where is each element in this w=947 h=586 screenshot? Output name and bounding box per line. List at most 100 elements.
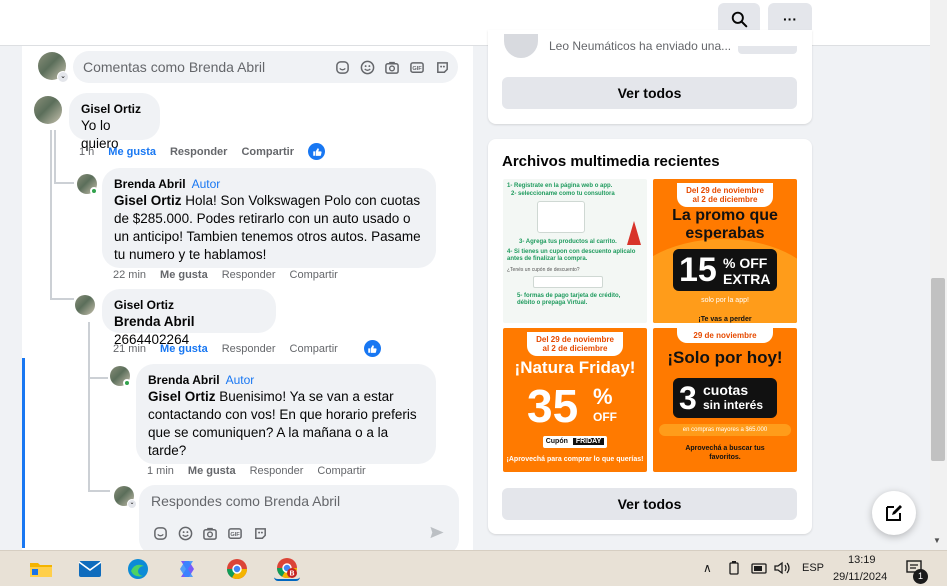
svg-text:GIF: GIF	[412, 65, 422, 71]
mention[interactable]: Brenda Abril	[114, 314, 195, 329]
avatar[interactable]	[75, 295, 95, 315]
camera-icon[interactable]	[384, 59, 400, 75]
like-reaction-icon[interactable]	[308, 143, 326, 160]
clock-date[interactable]: 29/11/2024	[833, 571, 887, 583]
share-button[interactable]: Compartir	[290, 343, 338, 355]
new-message-button[interactable]	[872, 491, 916, 535]
chevron-down-icon[interactable]: ⌄	[127, 499, 137, 509]
clock-time[interactable]: 13:19	[848, 554, 876, 566]
comments-panel: ⌄ Comentas como Brenda Abril GIF Gisel O…	[22, 46, 473, 550]
promo-date-box: Del 29 de noviembre al 2 de diciembre	[527, 332, 623, 356]
comment-bubble: Brenda Abril Autor Gisel Ortiz Hola! Son …	[102, 168, 436, 268]
media-caption: 3- Agrega tus productos al carrito.	[519, 239, 617, 245]
chevron-down-icon[interactable]: ⌄	[57, 71, 69, 83]
comment-time[interactable]: 21 min	[113, 343, 146, 355]
battery-saver-icon[interactable]	[727, 560, 741, 579]
comment-time[interactable]: 1 min	[147, 465, 174, 477]
avatar[interactable]: ⌄	[38, 52, 69, 83]
reply-button[interactable]: Responder	[250, 465, 304, 477]
chrome-profile-icon[interactable]	[224, 557, 250, 581]
thread-line	[50, 130, 52, 300]
scrollbar-track[interactable]	[930, 0, 947, 550]
comment-text: Gisel Ortiz Hola! Son Volkswagen Polo co…	[114, 193, 421, 262]
notification-text[interactable]: Leo Neumáticos ha enviado una...	[549, 39, 731, 53]
thread-line	[54, 130, 56, 184]
reply-button[interactable]: Responder	[222, 343, 276, 355]
online-status-icon	[123, 379, 131, 387]
promo-footer: Aprovechá a buscar tus favoritos.	[685, 445, 765, 461]
comment-actions: 1 min Me gusta Responder Compartir	[147, 465, 366, 477]
language-indicator[interactable]: ESP	[802, 562, 824, 574]
reply-button[interactable]: Responder	[222, 269, 276, 281]
mail-icon[interactable]	[77, 557, 103, 581]
promo-note: solo por la app!	[701, 297, 749, 304]
avatar-sticker-icon[interactable]	[434, 59, 450, 75]
compose-icon	[886, 505, 902, 521]
reply-button[interactable]: Responder	[170, 146, 227, 158]
decoration-tree-icon	[627, 221, 641, 245]
comment-author[interactable]: Gisel Ortiz	[114, 297, 264, 313]
recent-media-card: Archivos multimedia recientes 1- Registr…	[488, 139, 812, 534]
active-thread-indicator	[22, 358, 25, 548]
like-button[interactable]: Me gusta	[160, 343, 208, 355]
promo-headline: ¡Natura Friday!	[514, 358, 636, 377]
share-button[interactable]: Compartir	[317, 465, 365, 477]
notification-action-button[interactable]	[738, 46, 797, 54]
volume-icon[interactable]	[773, 560, 791, 579]
media-thumbnail[interactable]: 29 de noviembre ¡Solo por hoy! 3 cuotas …	[653, 328, 797, 472]
comment-author[interactable]: Gisel Ortiz	[81, 101, 148, 117]
edge-browser-icon[interactable]	[125, 557, 151, 581]
like-button[interactable]: Me gusta	[160, 269, 208, 281]
avatar[interactable]	[34, 96, 62, 124]
file-explorer-icon[interactable]	[28, 557, 54, 581]
gif-icon[interactable]: GIF	[409, 59, 425, 75]
scrollbar-thumb[interactable]	[931, 278, 945, 461]
emoji-icon[interactable]	[177, 525, 193, 541]
copilot-icon[interactable]	[174, 557, 200, 581]
mention[interactable]: Gisel Ortiz	[114, 193, 182, 208]
camera-icon[interactable]	[202, 525, 218, 541]
media-thumbnail[interactable]: Del 29 de noviembre al 2 de diciembre La…	[653, 179, 797, 323]
media-caption: ¿Tenés un cupón de descuento?	[507, 267, 580, 273]
avatar[interactable]	[110, 366, 131, 387]
like-button[interactable]: Me gusta	[188, 465, 236, 477]
more-icon: ···	[783, 11, 797, 27]
sticker-icon[interactable]	[334, 59, 350, 75]
comment-time[interactable]: 1 h	[79, 146, 94, 158]
mention[interactable]: Gisel Ortiz	[148, 389, 216, 404]
comment-time[interactable]: 22 min	[113, 269, 146, 281]
send-icon[interactable]	[429, 525, 445, 545]
taskbar: B ∧ ESP 13:19 29/11/2024 1	[0, 550, 947, 586]
promo-discount-box: 15 % OFF EXTRA	[673, 249, 777, 291]
see-all-button[interactable]: Ver todos	[502, 77, 797, 109]
like-button[interactable]: Me gusta	[108, 146, 156, 158]
see-all-button[interactable]: Ver todos	[502, 488, 797, 520]
share-button[interactable]: Compartir	[290, 269, 338, 281]
scroll-down-icon[interactable]: ▼	[933, 536, 941, 545]
chevron-up-icon[interactable]: ∧	[703, 561, 712, 575]
emoji-icon[interactable]	[359, 59, 375, 75]
promo-note: en compras mayores a $65.000	[659, 424, 791, 436]
comment-author[interactable]: Brenda Abril	[114, 177, 186, 191]
chrome-profile-b-icon[interactable]: B	[274, 557, 300, 581]
avatar[interactable]	[504, 34, 538, 58]
avatar[interactable]: ⌄	[114, 486, 137, 509]
avatar-sticker-icon[interactable]	[252, 525, 268, 541]
comment-text: Gisel Ortiz Buenisimo! Ya se van a estar…	[148, 389, 417, 458]
thread-line	[50, 298, 74, 300]
avatar[interactable]	[77, 174, 98, 195]
gif-icon[interactable]: GIF	[227, 525, 243, 541]
like-reaction-icon[interactable]	[363, 340, 381, 357]
media-caption: 1- Registrate en la página web o app.	[507, 183, 613, 189]
thread-line	[54, 182, 74, 184]
network-icon[interactable]	[750, 560, 768, 579]
promo-off: OFF	[593, 410, 617, 424]
media-thumbnail[interactable]: Del 29 de noviembre al 2 de diciembre ¡N…	[503, 328, 647, 472]
sticker-icon[interactable]	[152, 525, 168, 541]
svg-text:GIF: GIF	[230, 531, 240, 537]
promo-date-box: Del 29 de noviembre al 2 de diciembre	[677, 183, 773, 207]
media-thumbnail[interactable]: 1- Registrate en la página web o app. 2-…	[503, 179, 647, 323]
comment-author[interactable]: Brenda Abril	[148, 373, 220, 387]
share-button[interactable]: Compartir	[241, 146, 294, 158]
comment-actions: 21 min Me gusta Responder Compartir	[113, 340, 381, 357]
